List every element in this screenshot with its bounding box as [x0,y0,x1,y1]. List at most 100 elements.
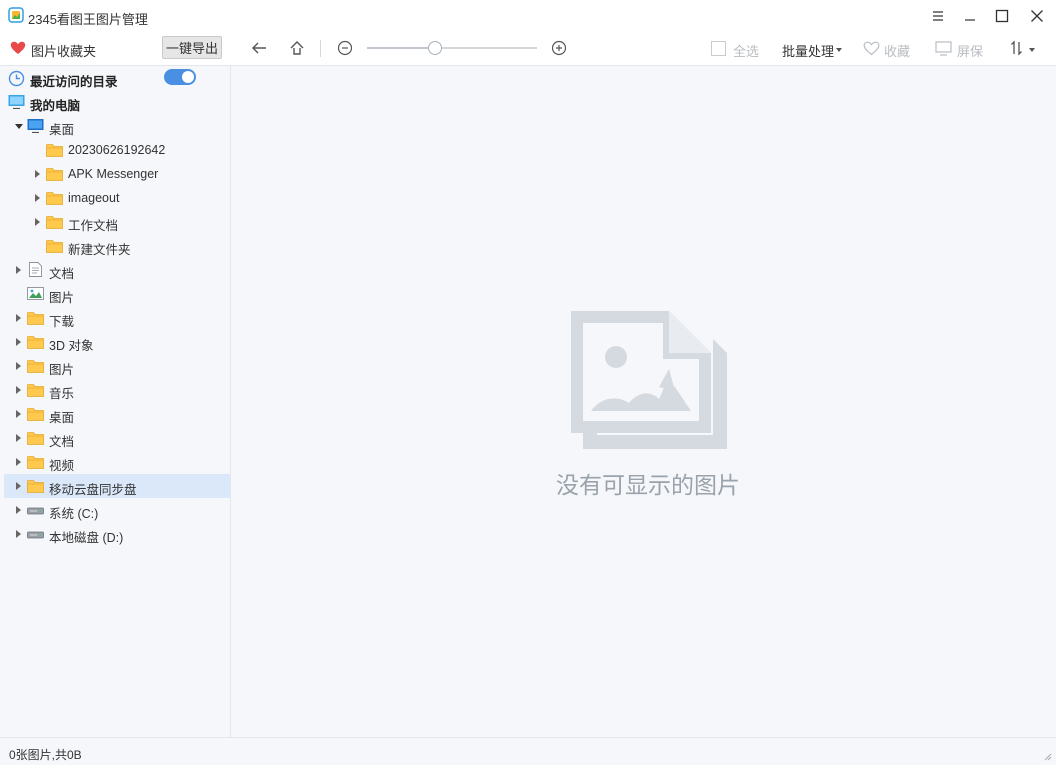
chevron-right-icon[interactable] [16,362,21,370]
batch-dropdown-caret [836,48,842,52]
zoom-slider[interactable] [367,40,537,56]
one-click-export-button[interactable]: 一键导出 [162,36,222,59]
resize-grip-icon[interactable] [1042,751,1052,761]
chevron-right-icon[interactable] [16,506,21,514]
zoom-slider-fill [367,47,435,49]
zoom-out-button[interactable] [334,38,356,58]
tree-item[interactable]: 移动云盘同步盘 [4,474,230,498]
zoom-in-icon [551,40,567,56]
recent-directories-toggle[interactable] [164,69,196,85]
chevron-right-icon[interactable] [16,458,21,466]
drive-icon [27,531,44,539]
tree-item[interactable]: 桌面 [4,402,230,426]
tree-item-label: 文档 [49,267,75,281]
toggle-knob [182,71,194,83]
sort-button[interactable] [1006,38,1028,58]
chevron-right-icon[interactable] [16,338,21,346]
chevron-right-icon[interactable] [16,410,21,418]
heart-icon [10,41,26,54]
tree-item-label: 视频 [49,459,75,473]
folder-icon [27,456,44,469]
heart-outline-icon [863,41,880,56]
toolbar: 图片收藏夹 一键导出 全选 批量处理 收藏 屏保 [0,32,1056,66]
tree-item[interactable]: APK Messenger [4,162,230,186]
zoom-in-button[interactable] [548,38,570,58]
empty-message: 没有可显示的图片 [556,472,740,498]
folder-icon [46,240,63,253]
tree-item[interactable]: 文档 [4,258,230,282]
tree-item-label: APK Messenger [68,167,159,181]
chevron-right-icon[interactable] [35,194,40,202]
folder-icon [27,336,44,349]
minimize-button[interactable] [956,4,984,28]
favorite-button[interactable]: 收藏 [884,41,910,60]
tree-item[interactable]: 本地磁盘 (D:) [4,522,230,546]
chevron-right-icon[interactable] [35,170,40,178]
chevron-right-icon[interactable] [16,314,21,322]
tree-item-label: 图片 [49,291,75,305]
chevron-right-icon[interactable] [16,530,21,538]
zoom-slider-thumb[interactable] [428,41,442,55]
drive-icon [27,507,44,515]
select-all-checkbox[interactable] [711,41,726,56]
tree-item[interactable]: imageout [4,186,230,210]
desktop-icon [27,119,44,133]
tree-item-label: 新建文件夹 [68,243,131,257]
picture-icon [27,287,44,300]
arrow-up-icon [290,41,304,55]
favorites-link[interactable]: 图片收藏夹 [31,41,96,60]
back-button[interactable] [248,38,270,58]
chevron-right-icon[interactable] [35,218,40,226]
tree-item[interactable]: 3D 对象 [4,330,230,354]
menu-button[interactable] [924,4,952,28]
chevron-down-icon[interactable] [15,124,23,129]
tree-item[interactable]: 20230626192642 [4,138,230,162]
tree-item[interactable]: 视频 [4,450,230,474]
tree-item[interactable]: 文档 [4,426,230,450]
toolbar-divider [320,40,321,57]
close-icon [1031,10,1043,22]
close-button[interactable] [1023,4,1051,28]
zoom-out-icon [337,40,353,56]
tree-item[interactable]: 图片 [4,354,230,378]
batch-process-button[interactable]: 批量处理 [782,41,834,60]
chevron-right-icon[interactable] [16,386,21,394]
tree-item-label: 本地磁盘 (D:) [49,531,124,545]
recent-directories-row[interactable]: 最近访问的目录 [4,66,230,90]
chevron-right-icon[interactable] [16,482,21,490]
sort-dropdown-caret [1029,48,1035,52]
folder-icon [46,168,63,181]
tree-item[interactable]: 我的电脑 [4,90,230,114]
maximize-icon [995,9,1009,23]
tree-item-label: 我的电脑 [30,99,81,113]
minimize-icon [965,19,975,21]
tree-item[interactable]: 工作文档 [4,210,230,234]
title-bar: 2345看图王图片管理 [0,0,1056,32]
tree-item[interactable]: 图片 [4,282,230,306]
chevron-right-icon[interactable] [16,434,21,442]
screensaver-button[interactable]: 屏保 [957,41,983,60]
maximize-button[interactable] [988,4,1016,28]
chevron-right-icon[interactable] [16,266,21,274]
tree-item[interactable]: 新建文件夹 [4,234,230,258]
folder-icon [27,432,44,445]
tree-item[interactable]: 系统 (C:) [4,498,230,522]
document-icon [29,262,42,277]
tree-item-label: imageout [68,191,120,205]
status-bar: 0张图片,共0B [0,737,1056,765]
computer-icon [8,95,25,109]
select-all-label[interactable]: 全选 [733,41,759,60]
parent-folder-button[interactable] [286,38,308,58]
folder-icon [46,192,63,205]
status-text: 0张图片,共0B [9,748,82,762]
window-title: 2345看图王图片管理 [28,12,148,27]
tree-item[interactable]: 下载 [4,306,230,330]
arrow-left-icon [252,42,266,54]
tree-item-label: 文档 [49,435,75,449]
image-placeholder-icon [571,311,727,449]
folder-icon [27,312,44,325]
tree-item-label: 桌面 [49,411,75,425]
tree-item[interactable]: 桌面 [4,114,230,138]
folder-icon [46,216,63,229]
tree-item[interactable]: 音乐 [4,378,230,402]
